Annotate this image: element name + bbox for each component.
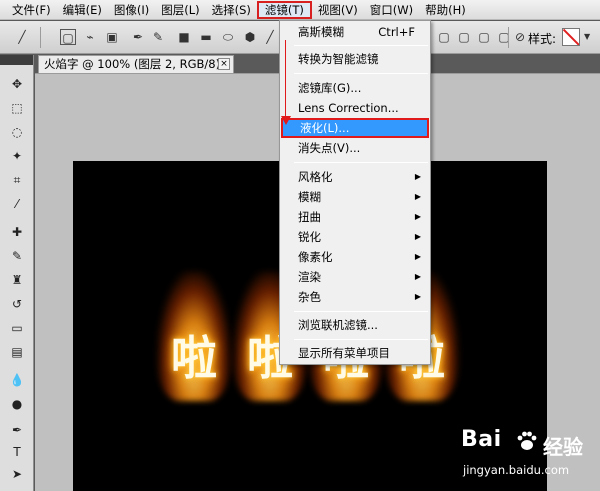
move-tool-icon[interactable]: ✥: [7, 75, 27, 94]
submenu-arrow-icon: ▶: [414, 172, 421, 181]
clone-stamp-icon[interactable]: ♜: [7, 271, 27, 290]
fill-pixels-icon[interactable]: ▣: [104, 29, 120, 45]
quick-select-icon[interactable]: ✦: [7, 147, 27, 166]
close-icon[interactable]: ×: [218, 58, 230, 70]
marquee-tool-icon[interactable]: ⬚: [7, 99, 27, 118]
menu-image[interactable]: 图像(I): [108, 1, 155, 19]
menu-filter[interactable]: 滤镜(T): [256, 0, 312, 19]
polygon-icon[interactable]: ⬢: [242, 29, 258, 45]
brush-tool-icon[interactable]: ✎: [7, 247, 27, 266]
filter-menu: 高斯模糊 Ctrl+F 转换为智能滤镜 滤镜库(G)... Lens Correc…: [279, 20, 431, 365]
menu-item-render[interactable]: 渲染 ▶: [281, 267, 429, 287]
submenu-arrow-icon: ▶: [414, 212, 421, 221]
menu-separator: [294, 45, 428, 46]
type-tool-icon[interactable]: T: [7, 443, 27, 462]
style-label: 样式:: [528, 32, 557, 46]
document-tab[interactable]: 火焰字 @ 100% (图层 2, RGB/8) * ×: [38, 55, 234, 73]
submenu-arrow-icon: ▶: [414, 232, 421, 241]
menu-window[interactable]: 窗口(W): [364, 1, 419, 19]
menu-separator: [294, 311, 428, 312]
submenu-arrow-icon: ▶: [414, 192, 421, 201]
menu-item-noise[interactable]: 杂色 ▶: [281, 287, 429, 307]
style-swatch[interactable]: [562, 28, 580, 46]
menu-item-pixelate[interactable]: 像素化 ▶: [281, 247, 429, 267]
submenu-arrow-icon: ▶: [414, 292, 421, 301]
submenu-arrow-icon: ▶: [414, 252, 421, 261]
annotation-arrow-head: [281, 116, 291, 125]
healing-brush-icon[interactable]: ✚: [7, 223, 27, 242]
watermark-brand-suffix: 经验: [543, 435, 583, 459]
paths-icon[interactable]: ⌁: [82, 29, 98, 45]
intersect-icon[interactable]: ▢: [476, 29, 492, 45]
menu-item-convert-smart-filter[interactable]: 转换为智能滤镜: [281, 49, 429, 69]
shape-layers-icon[interactable]: ▢: [60, 29, 76, 45]
menu-file[interactable]: 文件(F): [6, 1, 57, 19]
menu-select[interactable]: 选择(S): [206, 1, 257, 19]
chevron-down-icon[interactable]: ▼: [584, 32, 590, 41]
watermark-brand: Bai: [461, 427, 502, 452]
subtract-icon[interactable]: ▢: [456, 29, 472, 45]
menu-item-blur[interactable]: 模糊 ▶: [281, 187, 429, 207]
lasso-tool-icon[interactable]: ◌: [7, 123, 27, 142]
menu-item-gaussian-blur[interactable]: 高斯模糊 Ctrl+F: [281, 22, 429, 42]
rounded-rectangle-icon[interactable]: ▬: [198, 29, 214, 45]
document-title: 火焰字 @ 100% (图层 2, RGB/8) *: [44, 57, 230, 71]
menu-edit[interactable]: 编辑(E): [57, 1, 108, 19]
menu-separator: [294, 339, 428, 340]
line-tool-icon[interactable]: ╱: [14, 29, 30, 45]
watermark: Bai 经验 jingyan.baidu.com: [455, 427, 600, 491]
eraser-icon[interactable]: ▭: [7, 319, 27, 338]
menu-separator: [294, 73, 428, 74]
menu-item-vanishing-point[interactable]: 消失点(V)...: [281, 138, 429, 158]
options-divider: [508, 27, 509, 48]
menu-item-liquify[interactable]: 液化(L)...: [281, 118, 429, 138]
watermark-url: jingyan.baidu.com: [463, 463, 570, 477]
fire-char: 啦: [157, 271, 231, 401]
annotation-arrow-line: [285, 40, 286, 118]
menu-item-show-all-menu-items[interactable]: 显示所有菜单项目: [281, 343, 429, 363]
pen-tool-icon[interactable]: ✒: [7, 421, 27, 440]
ellipse-icon[interactable]: ⬭: [220, 29, 236, 45]
menu-item-lens-correction[interactable]: Lens Correction...: [281, 98, 429, 118]
menu-item-filter-gallery[interactable]: 滤镜库(G)...: [281, 78, 429, 98]
gradient-tool-icon[interactable]: ▤: [7, 343, 27, 362]
exclude-icon[interactable]: ▢: [496, 29, 512, 45]
menu-item-sharpen[interactable]: 锐化 ▶: [281, 227, 429, 247]
link-icon[interactable]: ⊘: [512, 29, 528, 45]
toolbox-grip[interactable]: [0, 55, 33, 65]
menu-item-browse-online-filters[interactable]: 浏览联机滤镜...: [281, 315, 429, 335]
options-divider: [40, 27, 41, 48]
menu-view[interactable]: 视图(V): [312, 1, 364, 19]
menu-help[interactable]: 帮助(H): [419, 1, 472, 19]
menu-layer[interactable]: 图层(L): [155, 1, 205, 19]
crop-tool-icon[interactable]: ⌗: [7, 171, 27, 190]
shortcut-label: Ctrl+F: [378, 25, 415, 39]
submenu-arrow-icon: ▶: [414, 272, 421, 281]
combine-icon[interactable]: ▢: [436, 29, 452, 45]
pen-icon[interactable]: ✒: [130, 29, 146, 45]
menu-bar: 文件(F) 编辑(E) 图像(I) 图层(L) 选择(S) 滤镜(T) 视图(V…: [0, 0, 600, 20]
paw-icon: [517, 431, 537, 450]
history-brush-icon[interactable]: ↺: [7, 295, 27, 314]
menu-item-stylize[interactable]: 风格化 ▶: [281, 167, 429, 187]
eyedropper-icon[interactable]: ⁄: [7, 195, 27, 214]
toolbox: ✥ ⬚ ◌ ✦ ⌗ ⁄ ✚ ✎ ♜ ↺ ▭ ▤ 💧 ● ✒ T ➤: [0, 55, 34, 491]
blur-tool-icon[interactable]: 💧: [7, 371, 27, 390]
path-select-icon[interactable]: ➤: [7, 465, 27, 484]
freeform-pen-icon[interactable]: ✎: [150, 29, 166, 45]
menu-separator: [294, 162, 428, 163]
line-shape-icon[interactable]: ╱: [262, 29, 278, 45]
rectangle-icon[interactable]: ■: [176, 29, 192, 45]
dodge-tool-icon[interactable]: ●: [7, 395, 27, 414]
menu-item-distort[interactable]: 扭曲 ▶: [281, 207, 429, 227]
